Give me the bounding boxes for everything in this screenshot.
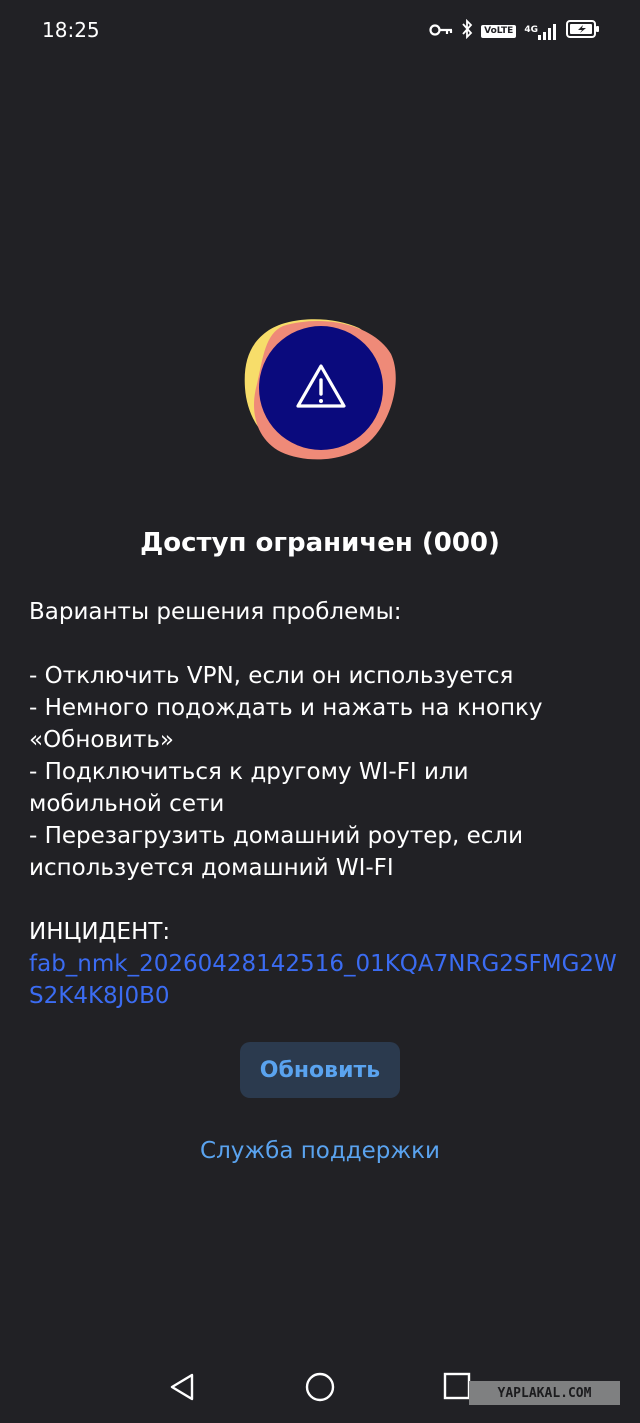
vpn-key-icon [429, 22, 453, 41]
refresh-button[interactable]: Обновить [240, 1042, 400, 1098]
back-icon[interactable] [166, 1370, 200, 1404]
status-bar: 18:25 VoLTE 4G [0, 0, 640, 62]
solution-line: мобильной сети [29, 791, 225, 817]
status-icons: VoLTE 4G [429, 18, 600, 44]
status-time: 18:25 [42, 18, 100, 42]
battery-charging-icon [566, 20, 600, 42]
solution-line: используется домашний WI-FI [29, 855, 394, 881]
incident-label: ИНЦИДЕНТ: [29, 919, 171, 945]
solution-line: - Отключить VPN, если он используется [29, 663, 514, 689]
home-icon[interactable] [303, 1370, 337, 1404]
solution-line: - Подключиться к другому WI-FI или [29, 759, 469, 785]
solutions-heading: Варианты решения проблемы: [29, 599, 402, 625]
support-link[interactable]: Служба поддержки [0, 1138, 640, 1164]
network-type-label: 4G [524, 25, 538, 35]
volte-icon: VoLTE [481, 24, 517, 38]
solutions-text: Варианты решения проблемы: - Отключить V… [29, 596, 619, 1012]
watermark-logo: YAPLAKAL.COM [469, 1381, 620, 1405]
bluetooth-icon [461, 18, 473, 43]
warning-illustration [243, 318, 397, 464]
solution-line: «Обновить» [29, 727, 174, 753]
incident-id-link[interactable]: fab_nmk_20260428142516_01KQA7NRG2SFMG2WS… [29, 948, 619, 1012]
solution-line: - Немного подождать и нажать на кнопку [29, 695, 543, 721]
solution-line: - Перезагрузить домашний роутер, если [29, 823, 524, 849]
page-title: Доступ ограничен (000) [140, 528, 500, 558]
signal-icon: 4G [524, 22, 558, 40]
